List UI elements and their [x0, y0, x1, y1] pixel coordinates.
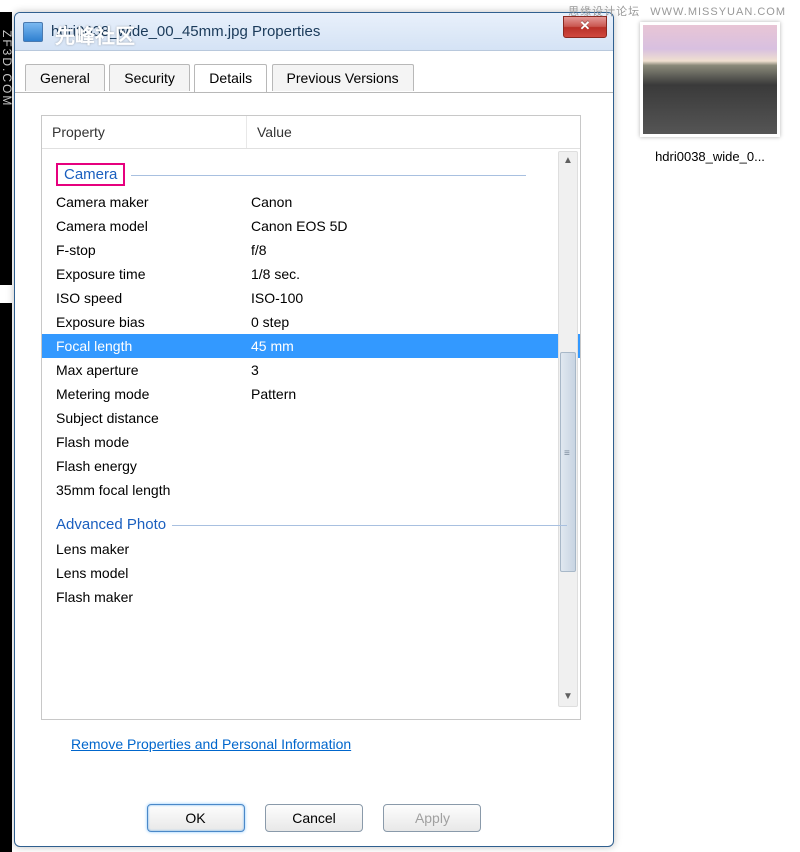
- prop-value: [251, 565, 580, 581]
- prop-name: Camera maker: [56, 194, 251, 210]
- details-panel: Property Value ▲ ▼ CameraCamera makerCan…: [15, 93, 613, 764]
- property-row[interactable]: Flash energy: [42, 454, 580, 478]
- prop-value: 3: [251, 362, 580, 378]
- prop-name: Metering mode: [56, 386, 251, 402]
- property-row[interactable]: F-stopf/8: [42, 238, 580, 262]
- ok-button[interactable]: OK: [147, 804, 245, 832]
- prop-value: Pattern: [251, 386, 580, 402]
- scroll-down-icon[interactable]: ▼: [559, 688, 577, 706]
- dialog-buttons: OK Cancel Apply: [15, 804, 613, 832]
- property-row[interactable]: 35mm focal length: [42, 478, 580, 502]
- property-row[interactable]: Camera makerCanon: [42, 190, 580, 214]
- property-row[interactable]: Flash maker: [42, 585, 580, 609]
- left-strip: [0, 0, 12, 852]
- watermark-side: ZF3D.COM: [0, 30, 14, 107]
- property-row[interactable]: Camera modelCanon EOS 5D: [42, 214, 580, 238]
- property-row[interactable]: Exposure time1/8 sec.: [42, 262, 580, 286]
- file-icon: [23, 22, 43, 42]
- property-row[interactable]: Flash mode: [42, 430, 580, 454]
- properties-dialog: hdri0038_wide_00_45mm.jpg Properties ✕ G…: [14, 12, 614, 847]
- property-row[interactable]: Exposure bias0 step: [42, 310, 580, 334]
- prop-value: ISO-100: [251, 290, 580, 306]
- prop-value: Canon: [251, 194, 580, 210]
- prop-value: [251, 541, 580, 557]
- prop-name: 35mm focal length: [56, 482, 251, 498]
- watermark-forum: 思缘设计论坛: [568, 6, 640, 18]
- prop-name: Flash mode: [56, 434, 251, 450]
- prop-value: 45 mm: [251, 338, 580, 354]
- col-value[interactable]: Value: [247, 116, 580, 148]
- col-property[interactable]: Property: [42, 116, 247, 148]
- watermark-top: 思缘设计论坛 WWW.MISSYUAN.COM: [568, 3, 792, 19]
- prop-name: Exposure bias: [56, 314, 251, 330]
- remove-properties-link-row: Remove Properties and Personal Informati…: [41, 720, 595, 754]
- prop-value: [251, 458, 580, 474]
- prop-name: Lens maker: [56, 541, 251, 557]
- tab-security[interactable]: Security: [109, 64, 190, 91]
- scrollbar[interactable]: ▲ ▼: [558, 151, 578, 707]
- apply-button[interactable]: Apply: [383, 804, 481, 832]
- cancel-button[interactable]: Cancel: [265, 804, 363, 832]
- tab-strip: General Security Details Previous Versio…: [15, 51, 613, 93]
- prop-value: [251, 482, 580, 498]
- prop-name: Focal length: [56, 338, 251, 354]
- tab-general[interactable]: General: [25, 64, 105, 91]
- property-row[interactable]: Lens model: [42, 561, 580, 585]
- prop-value: [251, 434, 580, 450]
- list-body[interactable]: ▲ ▼ CameraCamera makerCanonCamera modelC…: [42, 149, 580, 709]
- prop-name: F-stop: [56, 242, 251, 258]
- prop-name: Max aperture: [56, 362, 251, 378]
- prop-value: Canon EOS 5D: [251, 218, 580, 234]
- watermark-cn: 先峰社区: [55, 20, 135, 49]
- property-listbox: Property Value ▲ ▼ CameraCamera makerCan…: [41, 115, 581, 720]
- watermark-url: WWW.MISSYUAN.COM: [650, 6, 786, 18]
- prop-value: 1/8 sec.: [251, 266, 580, 282]
- prop-name: Flash maker: [56, 589, 251, 605]
- scroll-thumb[interactable]: [560, 352, 576, 572]
- file-thumbnail[interactable]: hdri0038_wide_0...: [635, 22, 785, 166]
- close-button[interactable]: ✕: [563, 16, 607, 38]
- thumbnail-image: [640, 22, 780, 137]
- thumbnail-label: hdri0038_wide_0...: [635, 147, 785, 166]
- prop-name: Camera model: [56, 218, 251, 234]
- remove-properties-link[interactable]: Remove Properties and Personal Informati…: [71, 736, 351, 752]
- prop-name: Exposure time: [56, 266, 251, 282]
- prop-value: 0 step: [251, 314, 580, 330]
- property-row[interactable]: Max aperture3: [42, 358, 580, 382]
- prop-name: Subject distance: [56, 410, 251, 426]
- property-row[interactable]: Metering modePattern: [42, 382, 580, 406]
- group-header: Camera: [42, 149, 580, 190]
- property-row[interactable]: Subject distance: [42, 406, 580, 430]
- prop-value: [251, 589, 580, 605]
- group-header: Advanced Photo: [42, 502, 580, 537]
- prop-name: Lens model: [56, 565, 251, 581]
- prop-name: Flash energy: [56, 458, 251, 474]
- tab-previous-versions[interactable]: Previous Versions: [272, 64, 414, 91]
- list-header: Property Value: [42, 116, 580, 149]
- prop-name: ISO speed: [56, 290, 251, 306]
- property-row[interactable]: ISO speedISO-100: [42, 286, 580, 310]
- property-row[interactable]: Focal length45 mm: [42, 334, 580, 358]
- property-row[interactable]: Lens maker: [42, 537, 580, 561]
- prop-value: f/8: [251, 242, 580, 258]
- prop-value: [251, 410, 580, 426]
- tab-details[interactable]: Details: [194, 64, 267, 92]
